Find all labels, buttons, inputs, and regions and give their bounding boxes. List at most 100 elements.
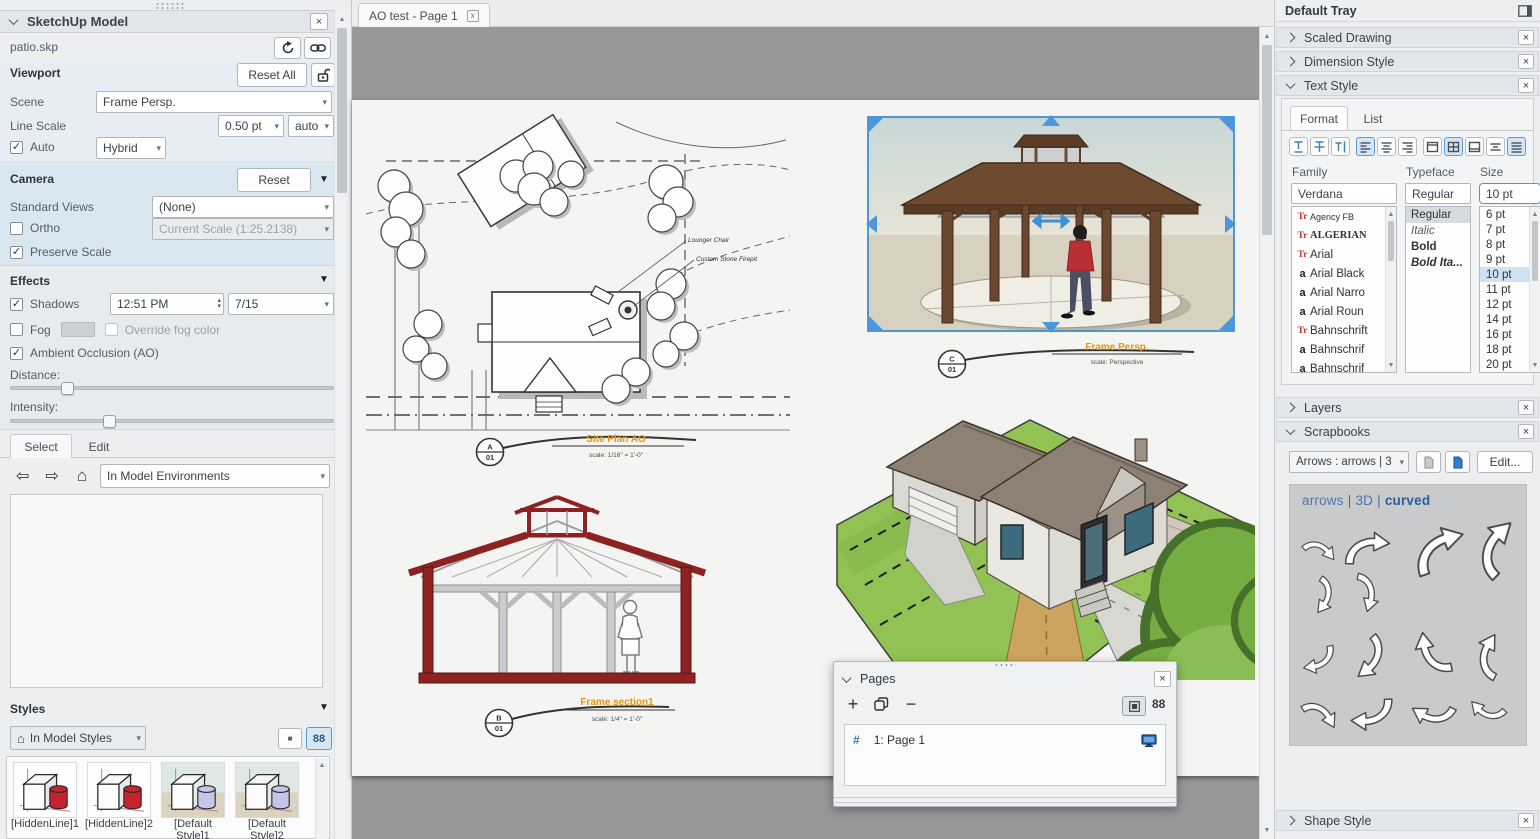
tab-edit[interactable]: Edit — [74, 434, 124, 458]
anchor-top-button[interactable] — [1423, 137, 1442, 156]
scroll-up-icon[interactable]: ▲ — [1386, 207, 1396, 221]
scroll-down-icon[interactable]: ▼ — [1530, 358, 1540, 372]
tray-dock-icon[interactable] — [1518, 5, 1532, 17]
expand-chevron-icon[interactable] — [1286, 33, 1296, 43]
line-scale-select[interactable]: 0.50 pt ▾ — [218, 115, 284, 137]
scrapbook-preview[interactable]: arrows|3D|curved — [1289, 484, 1527, 746]
paragraph-spacing-button[interactable] — [1507, 137, 1526, 156]
collapse-chevron-icon[interactable] — [9, 15, 19, 25]
camera-reset-button[interactable]: Reset — [237, 168, 311, 192]
pages-drag-grip[interactable] — [994, 663, 1016, 667]
house-render-viewport[interactable] — [835, 375, 1255, 680]
preserve-scale-checkbox[interactable]: ✓ — [10, 246, 23, 259]
tab-select[interactable]: Select — [10, 434, 72, 458]
scrollbar-thumb[interactable] — [1388, 221, 1394, 261]
scrapbook-arrows-art[interactable] — [1290, 513, 1526, 745]
intensity-slider-thumb[interactable] — [103, 415, 116, 428]
styles-source-select[interactable]: ⌂ In Model Styles ▾ — [10, 726, 146, 750]
scrapbook-link-arrows[interactable]: arrows — [1302, 493, 1344, 508]
family-input[interactable]: Verdana — [1291, 183, 1397, 204]
text-strikethrough-button[interactable] — [1310, 137, 1329, 156]
section-layers[interactable]: Layers × — [1276, 397, 1539, 418]
close-pages-button[interactable]: × — [1154, 671, 1171, 687]
environments-select[interactable]: In Model Environments ▾ — [100, 464, 330, 488]
fog-color-swatch[interactable] — [61, 322, 95, 337]
close-panel-button[interactable]: × — [310, 13, 328, 30]
shadow-date-select[interactable]: 7/15 ▾ — [228, 293, 334, 315]
camera-flyout-icon[interactable]: ▼ — [319, 174, 329, 185]
scrollbar-thumb[interactable] — [1532, 221, 1538, 281]
align-center-button[interactable] — [1377, 137, 1396, 156]
shadow-time-input[interactable]: 12:51 PM ▴ ▾ — [110, 293, 224, 315]
size-list[interactable]: 6 pt 7 pt 8 pt 9 pt 10 pt 11 pt 12 pt 14… — [1479, 206, 1540, 373]
scroll-down-icon[interactable]: ▼ — [1386, 358, 1396, 372]
collapse-chevron-icon[interactable] — [1286, 79, 1296, 89]
back-button[interactable]: ⇦ — [16, 466, 29, 486]
ambient-occlusion-checkbox[interactable]: ✓ — [10, 347, 23, 360]
intensity-slider[interactable] — [10, 419, 334, 423]
gazebo-viewport[interactable] — [864, 113, 1238, 335]
scrapbook-edit-button[interactable]: Edit... — [1477, 451, 1533, 473]
scroll-down-icon[interactable]: ▼ — [1260, 823, 1274, 837]
distance-slider[interactable] — [10, 386, 334, 390]
section-scaled-drawing[interactable]: Scaled Drawing × — [1276, 27, 1539, 48]
styles-list-view-button[interactable]: ■ — [278, 728, 302, 749]
canvas-scrollbar[interactable]: ▲ ▼ — [1259, 27, 1274, 839]
scrapbook-doc-gray-button[interactable] — [1416, 451, 1441, 473]
section-text-style[interactable]: Text Style × — [1276, 75, 1539, 96]
standard-views-select[interactable]: (None) ▾ — [152, 196, 334, 218]
scrapbook-link-curved[interactable]: curved — [1385, 493, 1430, 508]
ortho-checkbox[interactable] — [10, 222, 23, 235]
sketchup-model-header[interactable]: SketchUp Model × — [0, 10, 334, 33]
fog-checkbox[interactable] — [10, 323, 23, 336]
remove-page-button[interactable]: − — [900, 694, 922, 714]
time-spinner[interactable]: ▴ ▾ — [217, 298, 221, 310]
anchor-center-button[interactable] — [1444, 137, 1463, 156]
scroll-up-icon[interactable]: ▲ — [316, 758, 328, 772]
size-input[interactable]: 10 pt — [1479, 183, 1540, 204]
size-list-scrollbar[interactable]: ▲ ▼ — [1529, 207, 1540, 372]
typeface-input[interactable]: Regular — [1405, 183, 1471, 204]
collapse-chevron-icon[interactable] — [1286, 425, 1296, 435]
style-thumbnail[interactable]: [Default Style]1 — [158, 762, 228, 839]
family-list-scrollbar[interactable]: ▲ ▼ — [1385, 207, 1396, 372]
line-spacing-button[interactable] — [1486, 137, 1505, 156]
spin-down-icon[interactable]: ▾ — [217, 304, 221, 310]
refresh-model-button[interactable] — [274, 37, 301, 59]
pages-grid-view-button[interactable]: 88 — [1152, 697, 1165, 711]
scene-select[interactable]: Frame Persp. ▾ — [96, 91, 332, 113]
text-underline-button[interactable] — [1289, 137, 1308, 156]
close-section-button[interactable]: × — [1518, 30, 1534, 45]
left-panel-scrollbar[interactable]: ▲ — [334, 10, 349, 839]
presentation-monitor-icon[interactable] — [1141, 734, 1157, 747]
scroll-up-icon[interactable]: ▲ — [1260, 29, 1274, 43]
typeface-list[interactable]: Regular Italic Bold Bold Ita... — [1405, 206, 1471, 373]
styles-flyout-icon[interactable]: ▼ — [319, 702, 329, 713]
scrapbook-link-3d[interactable]: 3D — [1355, 493, 1373, 508]
lock-viewport-button[interactable] — [311, 63, 335, 87]
scroll-up-icon[interactable]: ▲ — [335, 12, 349, 26]
line-scale-mode-select[interactable]: auto ▾ — [288, 115, 334, 137]
auto-checkbox[interactable]: ✓ — [10, 141, 23, 154]
panel-drag-grip[interactable] — [155, 2, 185, 9]
align-right-button[interactable] — [1398, 137, 1417, 156]
effects-flyout-icon[interactable]: ▼ — [319, 274, 329, 285]
section-shape-style[interactable]: Shape Style × — [1276, 810, 1539, 831]
scrapbook-select[interactable]: Arrows : arrows | 3 ▾ — [1289, 451, 1409, 473]
tab-list[interactable]: List — [1350, 106, 1396, 131]
distance-slider-thumb[interactable] — [61, 382, 74, 395]
add-page-button[interactable]: + — [842, 694, 864, 714]
scrollbar-thumb[interactable] — [337, 28, 347, 193]
styles-scrollbar[interactable]: ▲ — [315, 758, 328, 839]
duplicate-page-button[interactable] — [870, 694, 892, 714]
render-mode-select[interactable]: Hybrid ▾ — [96, 137, 166, 159]
frame-section-viewport[interactable]: B 01 Frame section1 scale: 1/4" = 1'-0" — [407, 495, 707, 747]
align-left-button[interactable] — [1356, 137, 1375, 156]
expand-chevron-icon[interactable] — [1286, 816, 1296, 826]
scrollbar-thumb[interactable] — [1262, 45, 1272, 235]
close-section-button[interactable]: × — [1518, 400, 1534, 415]
home-button[interactable]: ⌂ — [77, 466, 87, 486]
anchor-bottom-button[interactable] — [1465, 137, 1484, 156]
style-thumbnail[interactable]: [Default Style]2 — [232, 762, 302, 839]
style-thumbnail[interactable]: [HiddenLine]2 — [84, 762, 154, 830]
